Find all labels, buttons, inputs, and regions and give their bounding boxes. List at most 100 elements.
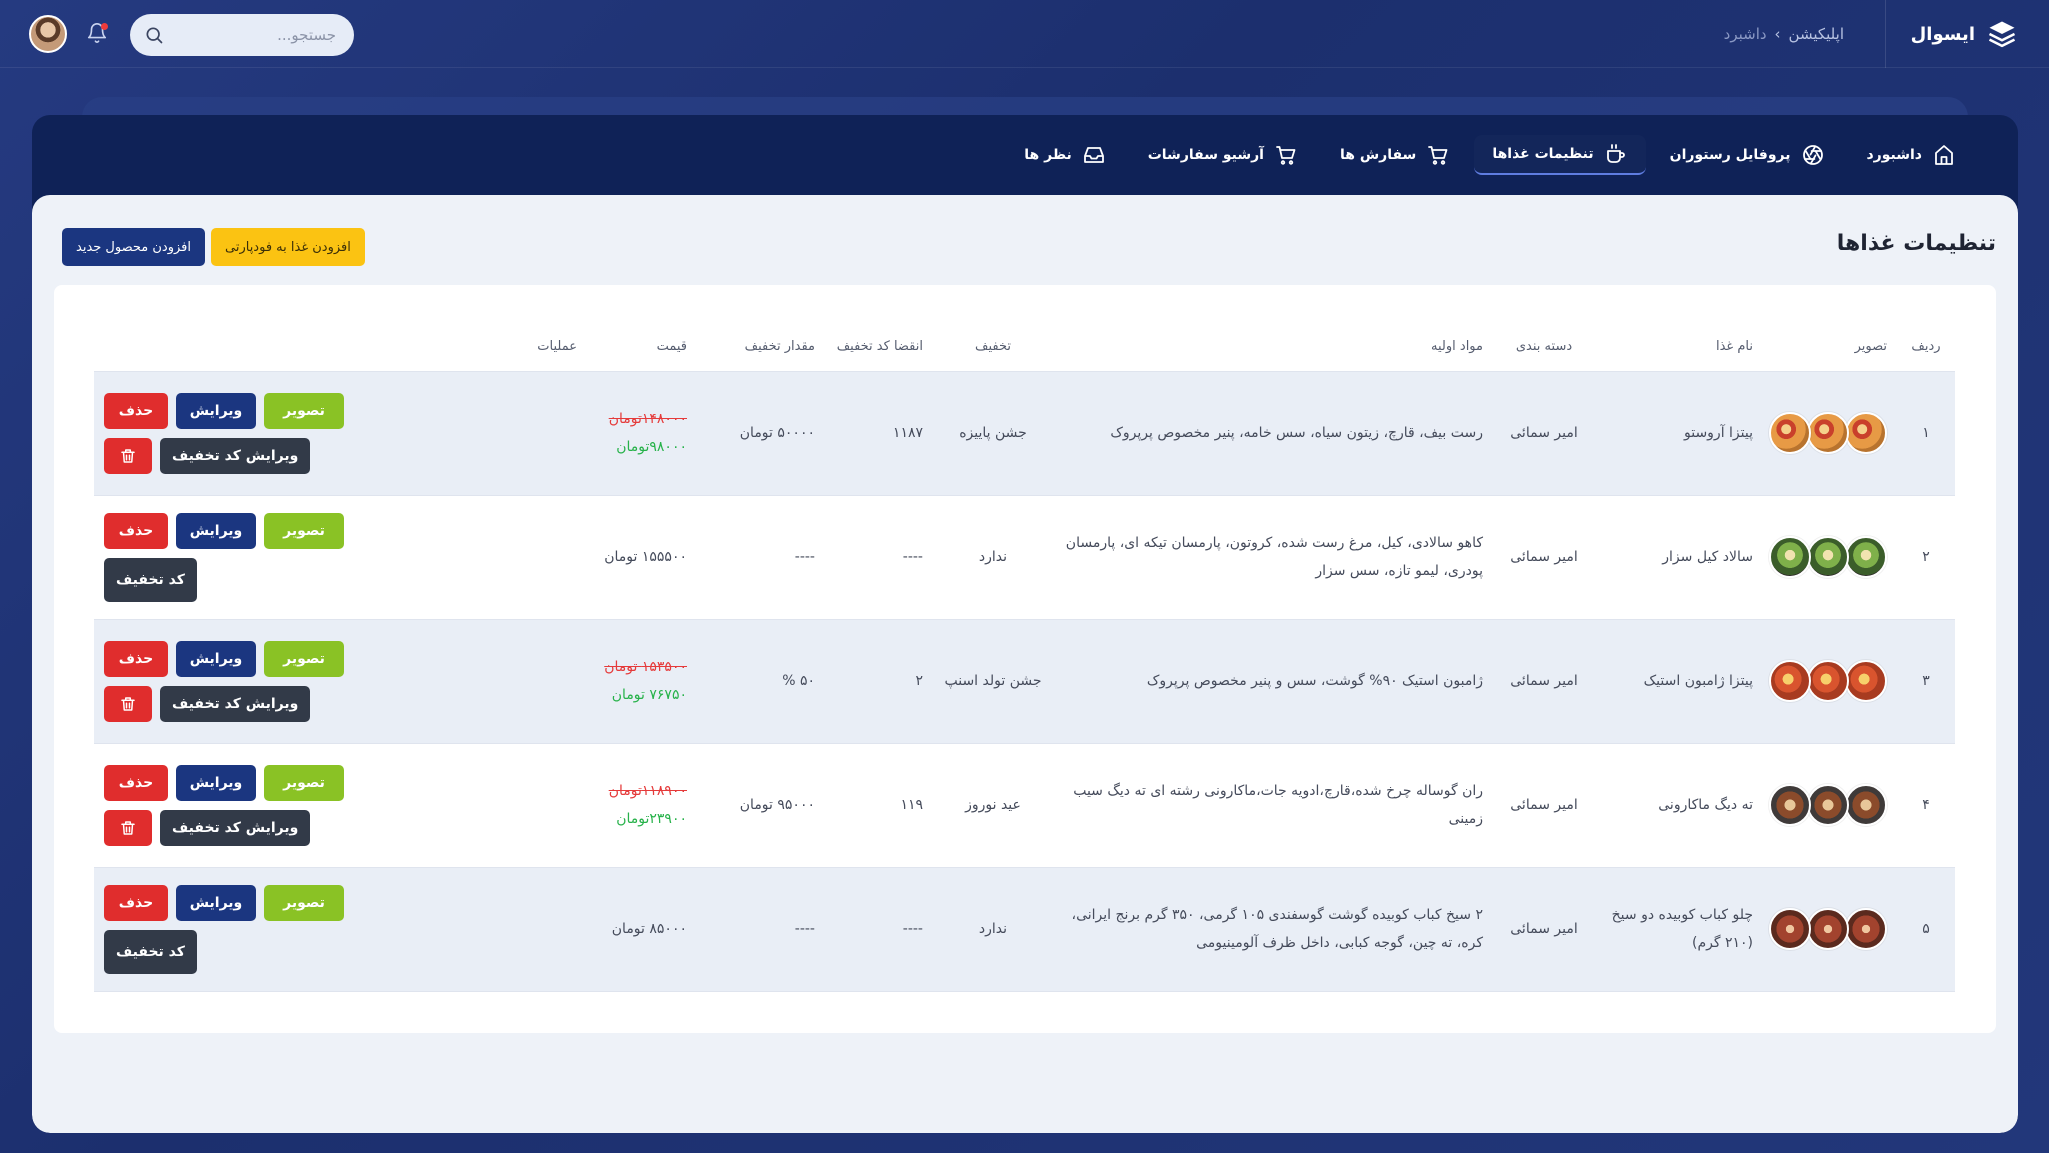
food-thumbnails[interactable] bbox=[1769, 536, 1887, 578]
nav-dashboard-label: داشبورد bbox=[1866, 147, 1923, 163]
food-thumbnail[interactable] bbox=[1845, 784, 1887, 826]
food-thumbnail[interactable] bbox=[1769, 412, 1811, 454]
search-icon[interactable] bbox=[144, 25, 164, 45]
edit-button[interactable]: ویرایش bbox=[176, 512, 256, 549]
header-discount-amount: مقدار تخفیف bbox=[744, 339, 815, 355]
image-button[interactable]: تصویر bbox=[264, 884, 344, 921]
food-thumbnails[interactable] bbox=[1769, 908, 1887, 950]
discounted-price: ۲۳۹۰۰تومان bbox=[616, 811, 687, 827]
delete-discount-button[interactable] bbox=[104, 685, 152, 722]
delete-discount-button[interactable] bbox=[104, 809, 152, 846]
header-discount-expiry: انقضا کد تخفیف bbox=[836, 339, 923, 355]
avatar[interactable] bbox=[29, 15, 67, 53]
add-to-foodparty-button[interactable]: افزودن غذا به فودپارتی bbox=[211, 228, 365, 266]
food-thumbnail[interactable] bbox=[1769, 784, 1811, 826]
food-thumbnail[interactable] bbox=[1807, 784, 1849, 826]
row-images bbox=[1763, 495, 1897, 619]
food-thumbnail[interactable] bbox=[1807, 536, 1849, 578]
cart-icon bbox=[1428, 146, 1448, 165]
nav-food-settings[interactable]: تنظیمات غذاها bbox=[1474, 135, 1646, 175]
edit-discount-button[interactable]: ویرایش کد تخفیف bbox=[160, 809, 311, 846]
food-thumbnail[interactable] bbox=[1807, 908, 1849, 950]
discount-expiry: ۱۱۸۷ bbox=[892, 425, 923, 441]
food-category: امیر سمائی bbox=[1510, 921, 1578, 937]
image-button[interactable]: تصویر bbox=[264, 764, 344, 801]
trash-icon bbox=[121, 696, 135, 711]
notification-button[interactable] bbox=[86, 22, 110, 46]
edit-discount-button[interactable]: ویرایش کد تخفیف bbox=[160, 437, 311, 474]
table-row: ۴ ته دیگ ماکارونی امیر سمائی ران گوساله چرخ… bbox=[94, 743, 1955, 867]
price-cell: ۱۱۸۹۰۰تومان ۲۳۹۰۰تومان bbox=[587, 743, 697, 867]
header-price: قیمت bbox=[656, 339, 687, 355]
delete-button[interactable]: حذف bbox=[104, 764, 168, 801]
discount-name: ندارد bbox=[978, 921, 1008, 937]
nav-order-archive[interactable]: آرشیو سفارشات bbox=[1130, 135, 1316, 175]
brand-divider bbox=[1885, 0, 1886, 68]
original-price: ۱۱۸۹۰۰تومان bbox=[608, 783, 687, 799]
image-button[interactable]: تصویر bbox=[264, 512, 344, 549]
discount-code-button[interactable]: کد تخفیف bbox=[104, 557, 197, 602]
breadcrumb-link[interactable]: اپلیکیشن bbox=[1789, 25, 1844, 43]
edit-discount-button[interactable]: ویرایش کد تخفیف bbox=[160, 685, 311, 722]
row-index: ۵ bbox=[1922, 921, 1930, 937]
food-name: چلو کباب کوبیده دو سیخ (۲۱۰ گرم) bbox=[1611, 907, 1753, 951]
food-thumbnail[interactable] bbox=[1845, 536, 1887, 578]
food-ingredients: ران گوساله چرخ شده،قارچ،ادویه جات،ماکارو… bbox=[1073, 783, 1483, 827]
image-button[interactable]: تصویر bbox=[264, 392, 344, 429]
food-thumbnail[interactable] bbox=[1807, 412, 1849, 454]
delete-button[interactable]: حذف bbox=[104, 392, 168, 429]
search-input[interactable] bbox=[176, 26, 336, 44]
row-index: ۲ bbox=[1922, 549, 1930, 565]
edit-button[interactable]: ویرایش bbox=[176, 764, 256, 801]
food-thumbnail[interactable] bbox=[1807, 660, 1849, 702]
header-image: تصویر bbox=[1854, 339, 1887, 355]
discount-expiry: ---- bbox=[902, 549, 923, 565]
food-thumbnails[interactable] bbox=[1769, 412, 1887, 454]
discount-expiry: ---- bbox=[902, 921, 923, 937]
food-thumbnail[interactable] bbox=[1845, 660, 1887, 702]
row-images bbox=[1763, 743, 1897, 867]
add-new-product-button[interactable]: افزودن محصول جدید bbox=[62, 228, 205, 266]
food-thumbnails[interactable] bbox=[1769, 784, 1887, 826]
edit-button[interactable]: ویرایش bbox=[176, 392, 256, 429]
operations-cell: تصویر ویرایش حذف ویرایش کد تخفیف bbox=[94, 743, 587, 867]
discount-name: ندارد bbox=[978, 549, 1008, 565]
edit-button[interactable]: ویرایش bbox=[176, 640, 256, 677]
discount-code-button[interactable]: کد تخفیف bbox=[104, 929, 197, 974]
discount-amount: ۵۰ % bbox=[782, 673, 815, 689]
food-category: امیر سمائی bbox=[1510, 549, 1578, 565]
cup-icon bbox=[1606, 144, 1625, 163]
food-thumbnail[interactable] bbox=[1845, 412, 1887, 454]
food-thumbnail[interactable] bbox=[1769, 660, 1811, 702]
notification-dot bbox=[101, 23, 108, 30]
nav-dashboard[interactable]: داشبورد bbox=[1849, 135, 1975, 175]
discounted-price: ۷۶۷۵۰ تومان bbox=[611, 687, 687, 703]
food-ingredients: ژامبون استیک ۹۰% گوشت، سس و پنیر مخصوص پ… bbox=[1146, 673, 1483, 689]
food-name: سالاد کیل سزار bbox=[1662, 549, 1753, 565]
operations-cell: تصویر ویرایش حذف ویرایش کد تخفیف bbox=[94, 619, 587, 743]
delete-button[interactable]: حذف bbox=[104, 512, 168, 549]
food-thumbnail[interactable] bbox=[1769, 536, 1811, 578]
food-thumbnail[interactable] bbox=[1769, 908, 1811, 950]
header-operations: عملیات bbox=[537, 339, 577, 355]
nav-comments[interactable]: نظر ها bbox=[1006, 135, 1123, 175]
nav-orders[interactable]: سفارش ها bbox=[1322, 135, 1468, 175]
main-nav: نظر ها آرشیو سفارشات سفارش ها تنظیمات غذ… bbox=[32, 115, 2018, 195]
food-thumbnail[interactable] bbox=[1845, 908, 1887, 950]
row-index: ۱ bbox=[1922, 425, 1930, 441]
discount-name: عید نوروز bbox=[965, 797, 1021, 813]
nav-order-archive-label: آرشیو سفارشات bbox=[1147, 147, 1264, 163]
table-row: ۳ پیتزا ژامبون استیک امیر سمائی ژامبون استی… bbox=[94, 619, 1955, 743]
breadcrumb: داشبرد ‹ اپلیکیشن bbox=[1724, 22, 1844, 46]
edit-button[interactable]: ویرایش bbox=[176, 884, 256, 921]
brand[interactable]: ایسوال bbox=[1911, 18, 2017, 50]
header-discount: تخفیف bbox=[975, 339, 1011, 355]
food-thumbnails[interactable] bbox=[1769, 660, 1887, 702]
delete-button[interactable]: حذف bbox=[104, 640, 168, 677]
image-button[interactable]: تصویر bbox=[264, 640, 344, 677]
nav-restaurant-profile[interactable]: پروفایل رستوران bbox=[1652, 135, 1843, 175]
cart-icon bbox=[1276, 146, 1296, 165]
delete-discount-button[interactable] bbox=[104, 437, 152, 474]
delete-button[interactable]: حذف bbox=[104, 884, 168, 921]
table-row: ۲ سالاد کیل سزار امیر سمائی کاهو سالادی، کی… bbox=[94, 495, 1955, 619]
